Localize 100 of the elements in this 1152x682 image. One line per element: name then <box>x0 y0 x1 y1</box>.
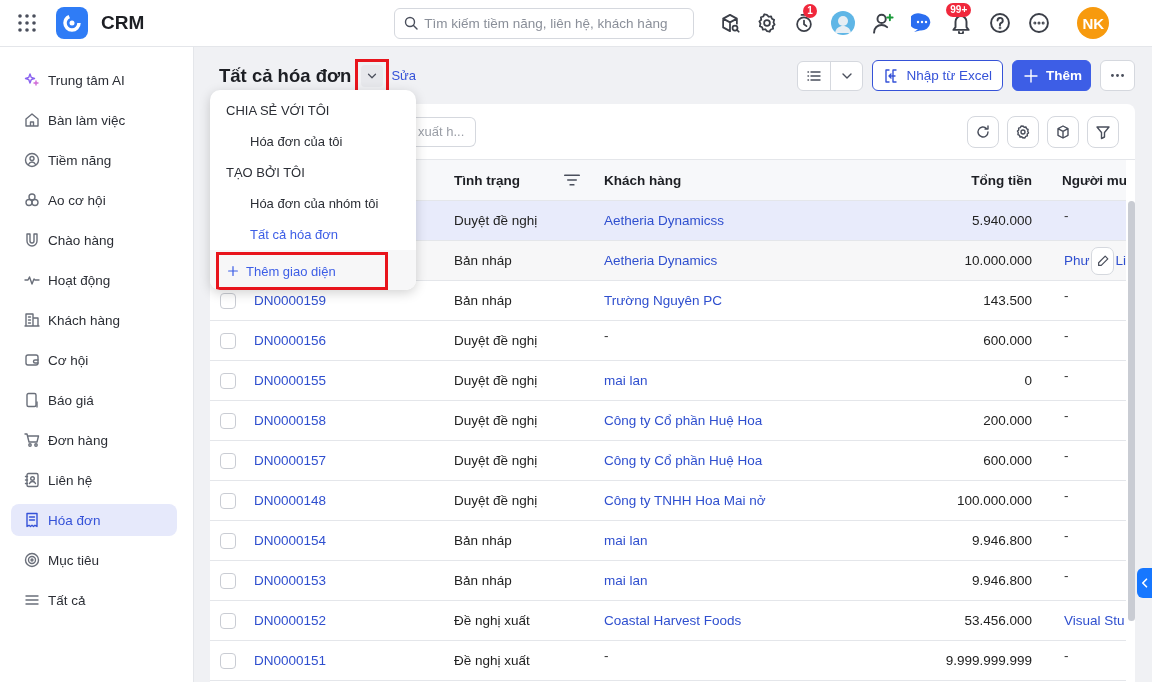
table-cell: - <box>1064 288 1069 303</box>
filter-icon <box>1095 123 1111 140</box>
table-cell: - <box>1064 568 1069 583</box>
checkbox[interactable] <box>220 412 236 429</box>
customer-link[interactable]: Coastal Harvest Foods <box>604 613 742 628</box>
dropdown-button[interactable] <box>361 64 384 87</box>
receipt-icon <box>24 512 40 528</box>
table-row[interactable]: DN0000156 Duyệt đề nghị - 600.000 - <box>210 321 1126 361</box>
table-row[interactable]: DN0000154 Bản nháp mai lan 9.946.800 - <box>210 521 1126 561</box>
customer-link[interactable]: Aetheria Dynamics <box>604 253 718 268</box>
table-row[interactable]: DN0000152 Đề nghị xuất Coastal Harvest Foods 53.456.000 Visual Stu <box>210 601 1126 641</box>
table-row[interactable]: DN0000155 Duyệt đề nghị mai lan 0 - <box>210 361 1126 401</box>
filter-button[interactable] <box>1087 115 1119 148</box>
customer-link[interactable]: mai lan <box>604 573 648 588</box>
column-header[interactable]: Khách hàng <box>604 172 682 188</box>
sidebar-item[interactable]: Hoạt động <box>11 264 177 296</box>
invoice-link[interactable]: DN0000155 <box>254 373 327 388</box>
scrollbar[interactable] <box>1128 201 1135 621</box>
column-header[interactable]: Tổng tiền <box>971 172 1032 188</box>
checkbox[interactable] <box>220 612 236 629</box>
sidebar-item[interactable]: Bàn làm việc <box>11 104 177 136</box>
checkbox[interactable] <box>220 332 236 349</box>
sidebar-item[interactable]: Cơ hội <box>11 344 177 376</box>
table-row[interactable]: DN0000151 Đề nghị xuất - 9.999.999.999 - <box>210 641 1126 681</box>
more-button[interactable] <box>1100 60 1135 91</box>
person-circle-icon <box>24 152 40 168</box>
customer-link[interactable]: Aetheria Dynamicss <box>604 213 725 228</box>
sidebar-item[interactable]: Hóa đơn <box>11 504 177 536</box>
sidebar-item[interactable]: Khách hàng <box>11 304 177 336</box>
page-title: Tất cả hóa đơn <box>219 64 352 87</box>
invoice-link[interactable]: DN0000156 <box>254 333 327 348</box>
table-cell: - <box>1064 648 1069 663</box>
buyer-link[interactable]: Phư <box>1064 253 1090 268</box>
add-button[interactable]: Thêm <box>1012 60 1091 91</box>
settings-icon[interactable] <box>757 13 778 33</box>
sidebar-item[interactable]: Trung tâm AI <box>11 64 177 96</box>
table-cell: 100.000.000 <box>956 493 1032 508</box>
table-row[interactable]: DN0000158 Duyệt đề nghị Công ty Cổ phần Huệ Hoa 200.000 - <box>210 401 1126 441</box>
cube-search-icon[interactable] <box>720 13 741 33</box>
customer-link[interactable]: Công ty TNHH Hoa Mai nở <box>604 493 766 508</box>
checkbox[interactable] <box>220 532 236 549</box>
invoice-link[interactable]: DN0000158 <box>254 413 327 428</box>
sidebar-item[interactable]: Chào hàng <box>11 224 177 256</box>
edit-button[interactable] <box>1090 246 1115 275</box>
sidebar-item[interactable]: Báo giá <box>11 384 177 416</box>
settings-button[interactable] <box>1007 115 1039 148</box>
invoice-link[interactable]: DN0000151 <box>254 653 327 668</box>
customer-link[interactable]: mai lan <box>604 533 648 548</box>
customer-link[interactable]: Trường Nguyên PC <box>604 293 722 308</box>
checkbox[interactable] <box>220 492 236 509</box>
table-row[interactable]: DN0000157 Duyệt đề nghị Công ty Cổ phần Huệ Hoa 600.000 - <box>210 441 1126 481</box>
checkbox[interactable] <box>220 652 236 669</box>
buyer-link[interactable]: Visual Stu <box>1064 613 1125 628</box>
invoice-link[interactable]: DN0000152 <box>254 613 327 628</box>
invoice-link[interactable]: DN0000159 <box>254 293 327 308</box>
add-user-icon[interactable] <box>872 12 895 34</box>
target-icon <box>24 552 40 568</box>
filter-lines-icon[interactable] <box>564 172 580 188</box>
sidebar-item[interactable]: Liên hệ <box>11 464 177 496</box>
invoice-link[interactable]: DN0000148 <box>254 493 327 508</box>
timer-icon[interactable] <box>794 13 815 33</box>
checkbox[interactable] <box>220 572 236 589</box>
buyer-link[interactable]: Li <box>1115 253 1126 268</box>
settings-icon <box>1015 123 1031 140</box>
more-icon <box>1111 74 1124 77</box>
apps-grid-icon[interactable] <box>18 14 36 32</box>
invoice-link[interactable]: DN0000153 <box>254 573 327 588</box>
table-cell: - <box>1064 368 1069 383</box>
cube-button[interactable] <box>1047 115 1079 148</box>
sidebar-item[interactable]: Ao cơ hội <box>11 184 177 216</box>
table-cell: Duyệt đề nghị <box>454 413 538 428</box>
plus-icon <box>226 264 240 278</box>
collapse-tab[interactable] <box>1137 568 1152 598</box>
invoice-link[interactable]: DN0000154 <box>254 533 327 548</box>
customer-link[interactable]: Công ty Cổ phần Huệ Hoa <box>604 413 763 428</box>
avatar-icon[interactable] <box>831 11 856 35</box>
refresh-button[interactable] <box>967 115 999 148</box>
checkbox[interactable] <box>220 372 236 389</box>
customer-link[interactable]: mai lan <box>604 373 648 388</box>
customer-link[interactable]: Công ty Cổ phần Huệ Hoa <box>604 453 763 468</box>
search-field[interactable]: Tìm kiếm tiềm năng, liên hệ, khách hàng <box>394 7 695 39</box>
sidebar-item[interactable]: Mục tiêu <box>11 544 177 576</box>
circles-icon <box>24 192 40 208</box>
checkbox[interactable] <box>220 292 236 309</box>
sidebar-item[interactable]: Tất cả <box>11 584 177 616</box>
table-row[interactable]: DN0000153 Bản nháp mai lan 9.946.800 - <box>210 561 1126 601</box>
import-button[interactable]: Nhập từ Excel <box>872 60 1003 91</box>
table-cell: - <box>1064 488 1069 503</box>
invoice-link[interactable]: DN0000157 <box>254 453 327 468</box>
edit-link[interactable]: Sửa <box>391 68 416 83</box>
checkbox[interactable] <box>220 452 236 469</box>
help-icon[interactable] <box>989 12 1012 34</box>
sidebar-item[interactable]: Đơn hàng <box>11 424 177 456</box>
table-cell: 9.999.999.999 <box>945 653 1032 668</box>
table-row[interactable]: DN0000148 Duyệt đề nghị Công ty TNHH Hoa Mai nở 100.000.000 - <box>210 481 1126 521</box>
more-icon[interactable] <box>1028 12 1051 34</box>
sidebar-item[interactable]: Tiềm năng <box>11 144 177 176</box>
column-header[interactable]: Tình trạng <box>454 172 520 188</box>
notification-badge: 1 <box>803 4 817 18</box>
column-header[interactable]: Người mu <box>1062 172 1126 188</box>
